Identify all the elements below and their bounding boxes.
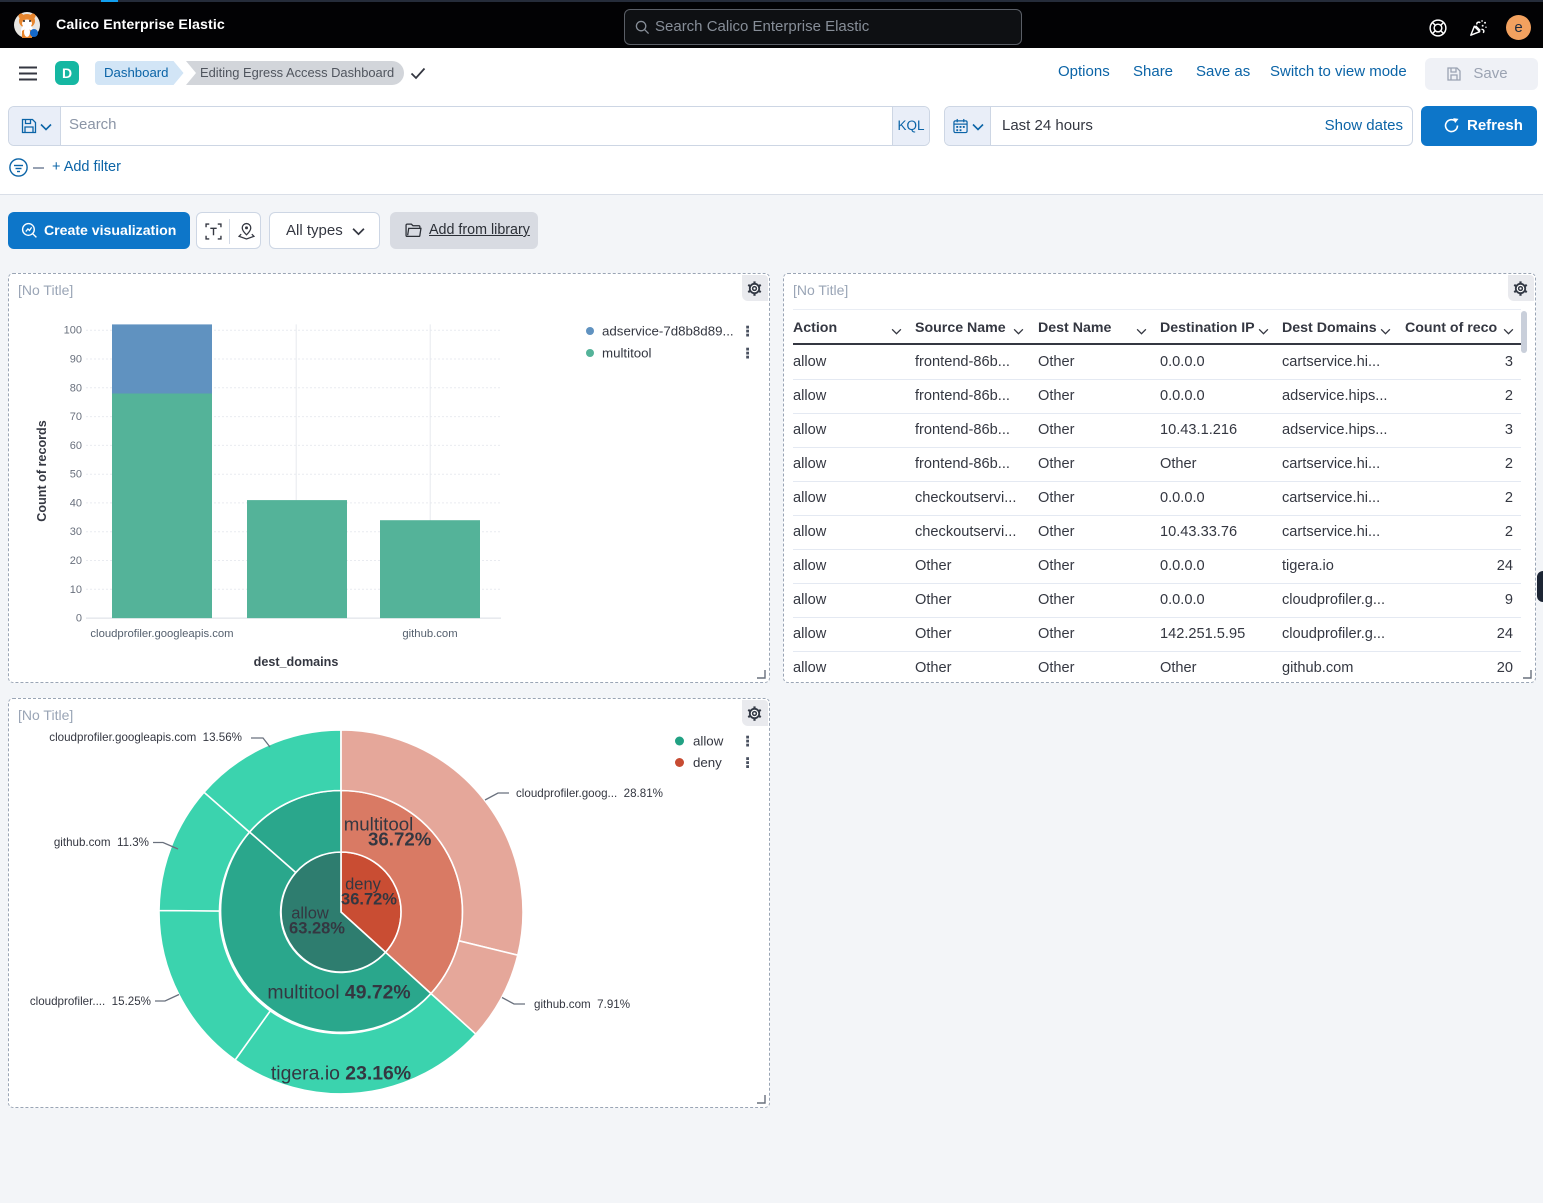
- svg-text:cloudprofiler.goog... 28.81%: cloudprofiler.goog... 28.81%: [516, 787, 663, 800]
- svg-text:30: 30: [70, 526, 82, 538]
- svg-text:tigera.io 23.16%: tigera.io 23.16%: [271, 1063, 411, 1085]
- svg-text:Count of records: Count of records: [35, 420, 49, 521]
- svg-text:dest_domains: dest_domains: [254, 655, 339, 669]
- svg-text:100: 100: [64, 325, 82, 337]
- svg-text:deny: deny: [693, 755, 722, 770]
- svg-text:36.72%: 36.72%: [341, 891, 397, 909]
- svg-text:adservice-7d8b8d89...: adservice-7d8b8d89...: [602, 324, 734, 339]
- svg-text:multitool: multitool: [602, 346, 652, 361]
- svg-text:github.com 7.91%: github.com 7.91%: [534, 998, 630, 1011]
- svg-text:github.com 11.3%: github.com 11.3%: [54, 836, 149, 849]
- svg-text:36.72%: 36.72%: [368, 829, 432, 850]
- svg-text:63.28%: 63.28%: [289, 920, 345, 938]
- svg-text:allow: allow: [693, 734, 724, 749]
- svg-text:90: 90: [70, 354, 82, 366]
- svg-text:cloudprofiler.... 15.25%: cloudprofiler.... 15.25%: [30, 995, 151, 1008]
- svg-text:20: 20: [70, 555, 82, 567]
- svg-text:multitool 49.72%: multitool 49.72%: [267, 982, 410, 1004]
- svg-text:60: 60: [70, 440, 82, 452]
- svg-text:cloudprofiler.googleapis.com: cloudprofiler.googleapis.com: [90, 628, 233, 640]
- svg-text:40: 40: [70, 497, 82, 509]
- svg-text:10: 10: [70, 584, 82, 596]
- svg-text:50: 50: [70, 469, 82, 481]
- svg-text:0: 0: [76, 613, 82, 625]
- svg-text:80: 80: [70, 382, 82, 394]
- svg-text:github.com: github.com: [402, 628, 457, 640]
- svg-text:cloudprofiler.googleapis.com: cloudprofiler.googleapis.com 13.56%: [49, 731, 242, 744]
- svg-text:70: 70: [70, 411, 82, 423]
